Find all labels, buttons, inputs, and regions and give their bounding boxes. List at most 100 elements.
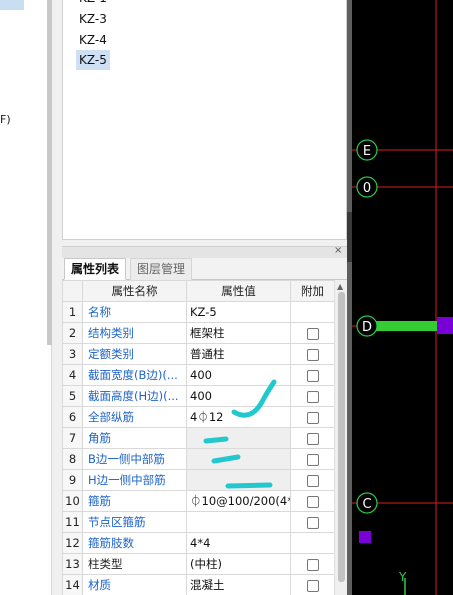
extra-checkbox[interactable] bbox=[306, 453, 319, 466]
property-name: 材质 bbox=[82, 574, 187, 595]
property-value[interactable] bbox=[186, 511, 291, 533]
row-index: 13 bbox=[62, 553, 83, 575]
left-scrollbar[interactable] bbox=[47, 0, 52, 345]
property-name: 定额类别 bbox=[82, 343, 187, 365]
tree-item-kz4[interactable]: KZ-4 bbox=[76, 30, 110, 50]
row-index: 1 bbox=[62, 301, 83, 323]
tab-layer-management[interactable]: 图层管理 bbox=[130, 258, 193, 280]
tab-property-list[interactable]: 属性列表 bbox=[64, 258, 127, 280]
row-index: 4 bbox=[62, 364, 83, 386]
extra-checkbox[interactable] bbox=[306, 474, 319, 487]
row-index: 5 bbox=[62, 385, 83, 407]
y-axis-label: Y bbox=[398, 570, 407, 584]
cad-drawing: E 0 D C Y bbox=[352, 0, 453, 595]
property-value[interactable]: KZ-5 bbox=[186, 301, 291, 323]
property-name: 节点区箍筋 bbox=[82, 511, 187, 533]
property-name: 角筋 bbox=[82, 427, 187, 449]
property-name: 名称 bbox=[82, 301, 187, 323]
table-row[interactable]: 6 全部纵筋 4⏀12 bbox=[62, 406, 334, 428]
extra-checkbox[interactable] bbox=[306, 558, 319, 571]
row-index: 7 bbox=[62, 427, 83, 449]
table-row[interactable]: 2 结构类别 框架柱 bbox=[62, 322, 334, 344]
row-index: 3 bbox=[62, 343, 83, 365]
table-row[interactable]: 11 节点区箍筋 bbox=[62, 511, 334, 533]
axis-label-c: C bbox=[362, 497, 371, 512]
property-value[interactable]: (中柱) bbox=[186, 553, 291, 575]
property-value[interactable]: ⏀10@100/200(4* bbox=[186, 490, 291, 512]
tree-item-kz5[interactable]: KZ-5 bbox=[76, 50, 110, 70]
property-value[interactable]: 4*4 bbox=[186, 532, 291, 554]
property-name: 结构类别 bbox=[82, 322, 187, 344]
table-row[interactable]: 5 截面高度(H边)(... 400 bbox=[62, 385, 334, 407]
axis-label-e: E bbox=[363, 144, 371, 159]
scroll-up-icon[interactable]: ▲ bbox=[337, 282, 343, 291]
row-index: 9 bbox=[62, 469, 83, 491]
table-row[interactable]: 14 材质 混凝土 bbox=[62, 574, 334, 595]
property-name: 截面宽度(B边)(... bbox=[82, 364, 187, 386]
extra-checkbox[interactable] bbox=[306, 369, 319, 382]
property-value[interactable] bbox=[186, 448, 291, 470]
property-value[interactable]: 400 bbox=[186, 364, 291, 386]
extra-checkbox[interactable] bbox=[306, 348, 319, 361]
table-row[interactable]: 10 箍筋 ⏀10@100/200(4* bbox=[62, 490, 334, 512]
property-panel-header bbox=[62, 246, 347, 258]
axis-label-d: D bbox=[362, 320, 372, 335]
close-icon[interactable]: × bbox=[334, 245, 342, 256]
property-value[interactable]: 4⏀12 bbox=[186, 406, 291, 428]
tree-item-kz1[interactable]: KZ-1 bbox=[76, 0, 110, 8]
extra-cell bbox=[290, 532, 334, 554]
property-value[interactable]: 混凝土 bbox=[186, 574, 291, 595]
property-value[interactable]: 普通柱 bbox=[186, 343, 291, 365]
highlighted-beam[interactable] bbox=[367, 321, 445, 331]
property-grid: 属性名称 属性值 附加 1 名称 KZ-5 2 结构类别 框架柱 3 定额类别 普通柱 4截… bbox=[62, 280, 334, 595]
property-name: 截面高度(H边)(... bbox=[82, 385, 187, 407]
extra-checkbox[interactable] bbox=[306, 327, 319, 340]
property-value[interactable] bbox=[186, 469, 291, 491]
table-row[interactable]: 4 截面宽度(B边)(... 400 bbox=[62, 364, 334, 386]
row-index: 6 bbox=[62, 406, 83, 428]
extra-checkbox[interactable] bbox=[306, 432, 319, 445]
property-name: 柱类型 bbox=[82, 553, 187, 575]
property-name: 箍筋肢数 bbox=[82, 532, 187, 554]
tree-item-kz3[interactable]: KZ-3 bbox=[76, 9, 110, 29]
col-extra-header: 附加 bbox=[290, 280, 334, 302]
table-row[interactable]: 1 名称 KZ-5 bbox=[62, 301, 334, 323]
property-name: B边一侧中部筋 bbox=[82, 448, 187, 470]
extra-checkbox[interactable] bbox=[306, 411, 319, 424]
left-panel: F) bbox=[0, 0, 52, 595]
extra-checkbox[interactable] bbox=[306, 390, 319, 403]
property-value[interactable] bbox=[186, 427, 291, 449]
table-row[interactable]: 9 H边一侧中部筋 bbox=[62, 469, 334, 491]
left-clipped-text: F) bbox=[0, 113, 11, 126]
cad-canvas[interactable]: E 0 D C Y bbox=[352, 0, 453, 595]
row-index: 8 bbox=[62, 448, 83, 470]
table-row[interactable]: 7 角筋 bbox=[62, 427, 334, 449]
col-index-header bbox=[62, 280, 83, 302]
scroll-thumb[interactable] bbox=[338, 292, 345, 582]
col-value-header: 属性值 bbox=[186, 280, 291, 302]
table-row[interactable]: 13 柱类型 (中柱) bbox=[62, 553, 334, 575]
table-row[interactable]: 8 B边一侧中部筋 bbox=[62, 448, 334, 470]
grid-scrollbar[interactable]: ▲ bbox=[334, 280, 347, 595]
col-name-header: 属性名称 bbox=[82, 280, 187, 302]
column-marker[interactable] bbox=[437, 317, 453, 334]
left-selected-item[interactable] bbox=[0, 0, 24, 10]
column-marker[interactable] bbox=[359, 531, 371, 543]
table-row[interactable]: 12 箍筋肢数 4*4 bbox=[62, 532, 334, 554]
extra-checkbox[interactable] bbox=[306, 579, 319, 592]
row-index: 10 bbox=[62, 490, 83, 512]
property-tabs: 属性列表 图层管理 bbox=[62, 258, 347, 280]
axis-label-0: 0 bbox=[363, 181, 371, 196]
property-name: H边一侧中部筋 bbox=[82, 469, 187, 491]
extra-checkbox[interactable] bbox=[306, 516, 319, 529]
extra-cell bbox=[290, 301, 334, 323]
table-row[interactable]: 3 定额类别 普通柱 bbox=[62, 343, 334, 365]
property-value[interactable]: 400 bbox=[186, 385, 291, 407]
extra-checkbox[interactable] bbox=[306, 495, 319, 508]
row-index: 11 bbox=[62, 511, 83, 533]
row-index: 2 bbox=[62, 322, 83, 344]
grid-header-row: 属性名称 属性值 附加 bbox=[62, 280, 334, 302]
row-index: 12 bbox=[62, 532, 83, 554]
row-index: 14 bbox=[62, 574, 83, 595]
property-value[interactable]: 框架柱 bbox=[186, 322, 291, 344]
